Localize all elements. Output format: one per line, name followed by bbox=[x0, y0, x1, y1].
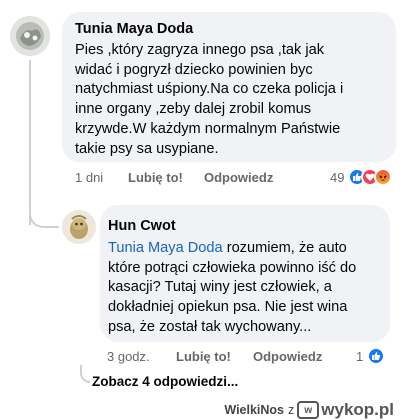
reactions[interactable]: 49 bbox=[330, 168, 393, 186]
comment-text-line: natychmiast uśpiony.Na co czeka policja … bbox=[75, 81, 344, 98]
comment-bubble: Tunia Maya Doda Pies ,który zagryza inne… bbox=[62, 12, 396, 162]
reply-text-line: psa, że został tak wychowany... bbox=[108, 318, 312, 335]
like-button[interactable]: Lubię to! bbox=[176, 349, 231, 364]
watermark-user: WielkiNos bbox=[224, 403, 285, 417]
reply-text-line: dokładniej opiekun psa. Nie jest wina bbox=[108, 299, 348, 316]
reply-text-line: Tunia Maya Doda rozumiem, że auto bbox=[108, 239, 356, 259]
reactions[interactable]: 1 bbox=[356, 347, 386, 365]
watermark-preposition: z bbox=[288, 403, 295, 417]
avatar[interactable] bbox=[62, 210, 96, 244]
reply-author[interactable]: Hun Cwot bbox=[108, 218, 356, 234]
avatar-image bbox=[10, 16, 50, 56]
comment-actions: 1 dni Lubię to! Odpowiedz 49 bbox=[0, 168, 400, 188]
comment-text-line: inne organy ,zeby dalej zrobil komus bbox=[75, 101, 312, 118]
angry-icon bbox=[374, 168, 393, 186]
reply-text-line: kasacji? Tutaj winy jest człowiek, a bbox=[108, 279, 332, 296]
wykop-logo: w wykop.pl bbox=[297, 400, 394, 420]
like-button[interactable]: Lubię to! bbox=[128, 170, 183, 185]
avatar[interactable] bbox=[10, 16, 50, 56]
comment-author[interactable]: Tunia Maya Doda bbox=[75, 21, 343, 37]
comment-text-line: widać i pogryzł dziecko powinien byc bbox=[75, 61, 313, 78]
watermark: WielkiNos z w wykop.pl bbox=[224, 400, 394, 420]
reply-bubble: Hun Cwot Tunia Maya Doda rozumiem, że au… bbox=[100, 205, 390, 342]
reply-text-fragment: rozumiem, że auto bbox=[222, 240, 347, 256]
reaction-count: 1 bbox=[356, 348, 364, 364]
like-icon bbox=[367, 347, 386, 365]
reply-actions: 3 godz. Lubię to! Odpowiedz 1 bbox=[0, 347, 400, 367]
comment-text-line: Pies ,który zagryza innego psa ,tak jak bbox=[75, 42, 325, 58]
avatar-image bbox=[62, 210, 96, 244]
thread-connector bbox=[29, 200, 59, 228]
view-more-replies-link[interactable]: Zobacz 4 odpowiedzi... bbox=[92, 374, 238, 389]
reply-button[interactable]: Odpowiedz bbox=[204, 170, 273, 185]
reply-time: 3 godz. bbox=[107, 349, 150, 364]
comment-time: 1 dni bbox=[75, 170, 104, 185]
comment-text-line: krzywde.W każdym normalnym Państwie bbox=[75, 120, 341, 137]
comment-text-line: takie psy sa usypiane. bbox=[75, 140, 219, 157]
reply-text-line: które potrąci człowieka powinno iść do bbox=[108, 259, 357, 276]
thread-connector bbox=[80, 365, 90, 383]
watermark-site: wykop.pl bbox=[321, 400, 394, 419]
mention-link[interactable]: Tunia Maya Doda bbox=[108, 240, 223, 256]
reaction-count: 49 bbox=[330, 169, 345, 185]
reply-button[interactable]: Odpowiedz bbox=[253, 349, 322, 364]
wykop-logo-icon: w bbox=[297, 401, 320, 419]
